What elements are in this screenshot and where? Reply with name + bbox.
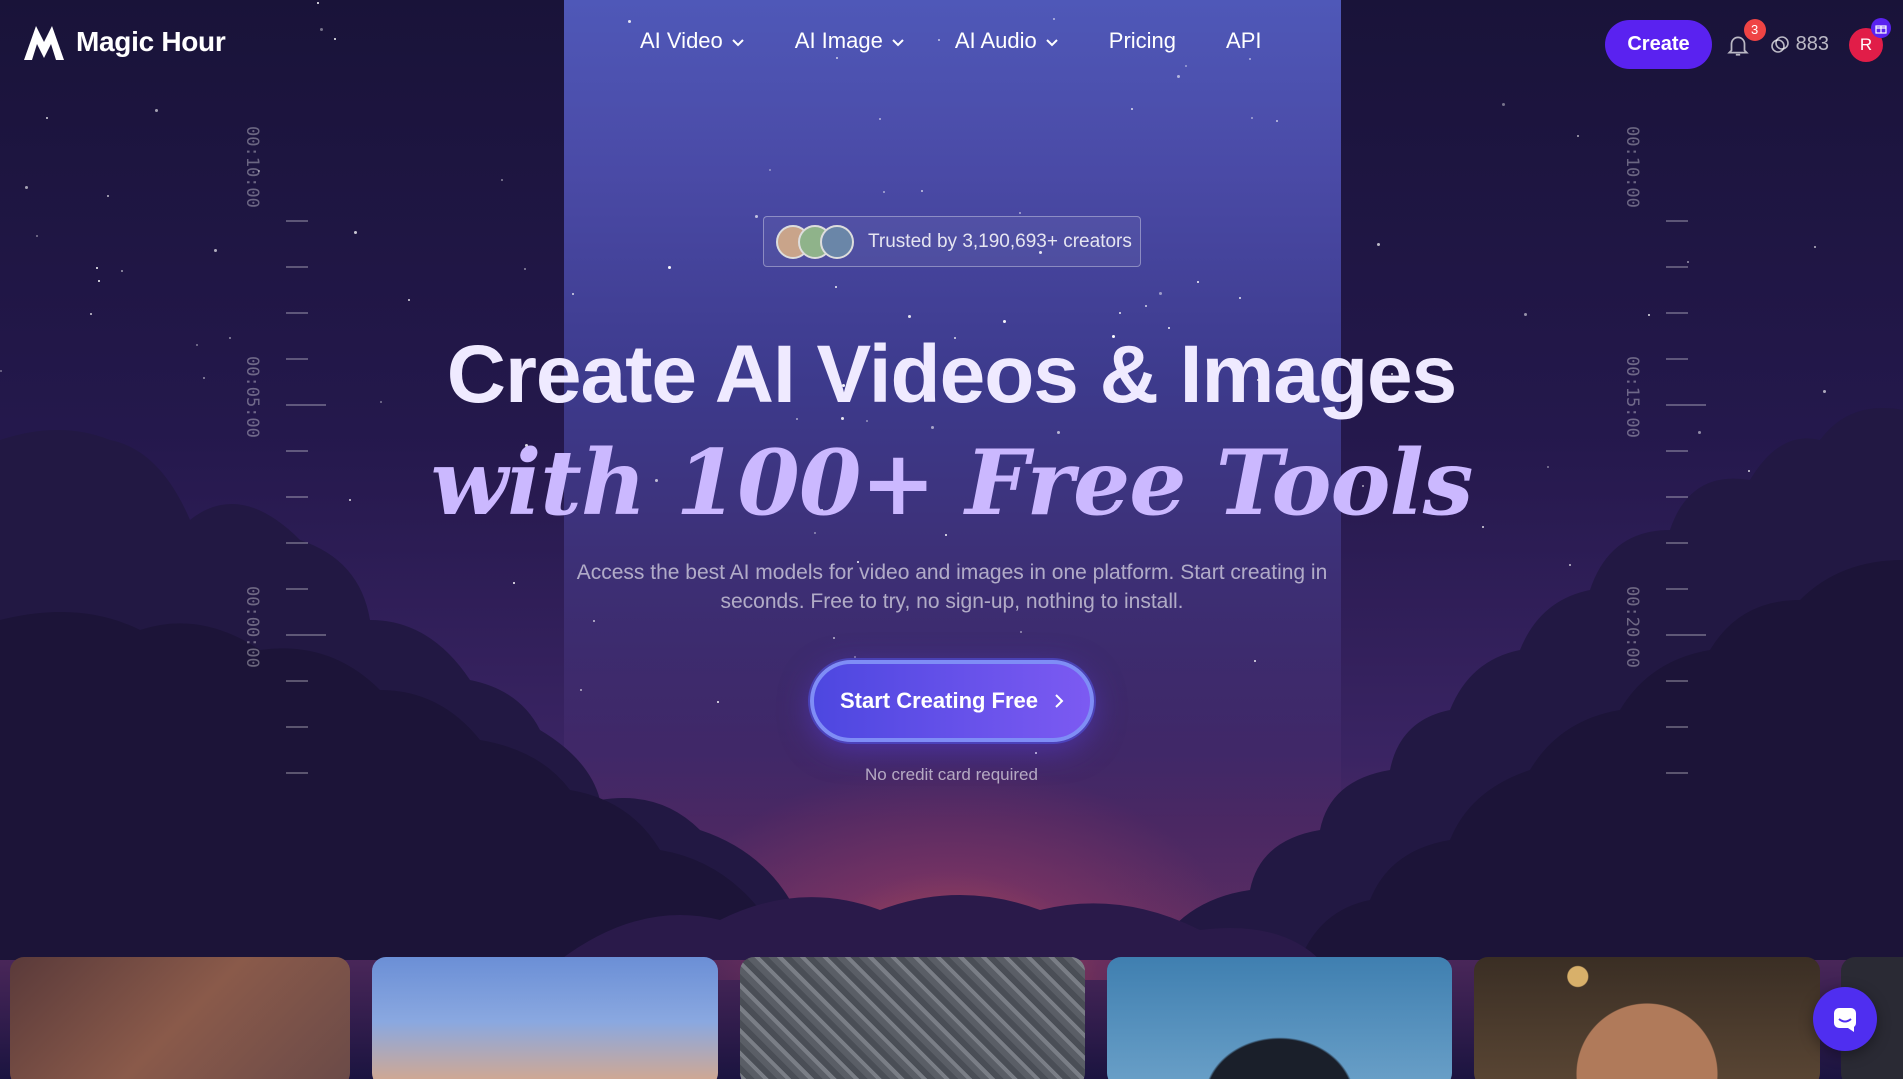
chevron-down-icon [732,38,744,46]
avatar-initial: R [1859,34,1873,54]
gift-icon[interactable] [1871,17,1891,38]
ruler-tick [286,220,308,222]
ruler-tick [286,634,326,636]
menu-api[interactable]: API [1226,28,1261,54]
menu-ai-video[interactable]: AI Video [640,28,745,54]
ruler-tick [286,542,308,544]
top-navbar: Magic Hour AI Video AI Image AI Audio Pr… [0,0,1903,84]
trusted-text: Trusted by 3,190,693+ creators [868,230,1132,252]
main-menu: AI Video AI Image AI Audio Pricing API [640,28,1262,54]
menu-label: AI Audio [954,28,1037,53]
trusted-badge: Trusted by 3,190,693+ creators [763,216,1141,267]
brand-logo[interactable]: Magic Hour [22,22,226,62]
ruler-tick [1666,312,1688,314]
cta-label: Start Creating Free [839,688,1039,713]
creator-avatar [820,224,854,259]
hero-title: Create AI Videos & Images [446,329,1458,420]
chat-support-button[interactable] [1813,987,1877,1051]
menu-label: AI Video [640,28,723,53]
ruler-tick [286,588,308,590]
creator-avatars [776,224,854,259]
hero-subtitle: Access the best AI models for video and … [576,561,1328,613]
credits-display[interactable]: 883 [1770,33,1829,56]
credits-icon [1770,35,1789,53]
ruler-tick [286,312,308,314]
timecode-label: 00:10:00 [242,126,262,208]
cta-note: No credit card required [865,765,1038,784]
example-thumbnails [0,957,1903,1079]
chevron-down-icon [892,38,904,46]
menu-label: API [1226,28,1262,53]
chevron-down-icon [1046,38,1058,46]
ruler-tick [286,680,308,682]
brand-name: Magic Hour [76,26,226,57]
magic-hour-logo-icon [24,26,64,60]
menu-ai-audio[interactable]: AI Audio [955,28,1059,54]
menu-ai-image[interactable]: AI Image [795,28,905,54]
start-creating-button[interactable]: Start Creating Free [810,660,1094,742]
menu-label: Pricing [1108,28,1177,53]
hero-title-tagline: with 100+ Free Tools [430,430,1474,536]
ruler-tick [1666,220,1688,222]
ruler-tick [1666,542,1688,544]
ruler-tick [1666,726,1688,728]
notification-badge: 3 [1743,18,1766,41]
user-avatar[interactable]: R [1849,17,1891,62]
notifications-button[interactable]: 3 [1722,18,1766,61]
thumbnail-portrait[interactable] [10,957,350,1079]
thumbnail-face[interactable] [1107,957,1452,1079]
ruler-tick [1666,634,1706,636]
thumbnail-sky[interactable] [372,957,718,1079]
credits-count: 883 [1795,33,1829,55]
thumbnail-debris[interactable] [740,957,1085,1079]
ruler-tick [1666,266,1688,268]
timecode-label: 00:20:00 [1622,586,1642,668]
menu-pricing[interactable]: Pricing [1109,28,1176,54]
thumbnail-man[interactable] [1474,957,1820,1079]
chevron-right-icon [1055,694,1064,708]
ruler-tick [286,266,308,268]
timecode-label: 00:10:00 [1622,126,1642,208]
menu-label: AI Image [794,28,883,53]
nav-actions: Create 3 883 R [1605,17,1891,69]
timecode-label: 00:00:00 [242,586,262,668]
create-button[interactable]: Create [1605,20,1712,69]
ruler-tick [1666,588,1688,590]
ruler-tick [286,726,308,728]
ruler-tick [1666,680,1688,682]
chat-icon [1834,1008,1856,1032]
